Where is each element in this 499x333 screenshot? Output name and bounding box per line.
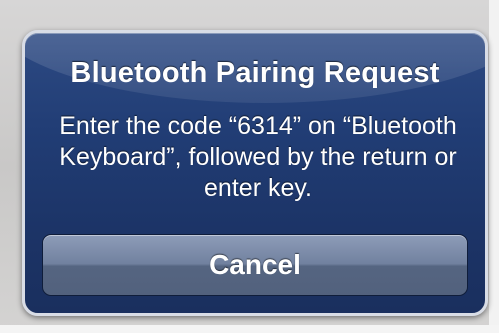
photo-bottom-edge (0, 325, 499, 333)
cancel-button[interactable]: Cancel (42, 234, 468, 296)
alert-title: Bluetooth Pairing Request (70, 57, 440, 89)
alert-message: Enter the code “6314” on “Bluetooth Keyb… (59, 112, 457, 202)
photo-edge (489, 0, 499, 333)
bluetooth-pairing-alert: Bluetooth Pairing Request Enter the code… (22, 30, 488, 316)
cancel-button-label: Cancel (209, 249, 301, 280)
screen-background: Bluetooth Pairing Request Enter the code… (0, 0, 499, 333)
